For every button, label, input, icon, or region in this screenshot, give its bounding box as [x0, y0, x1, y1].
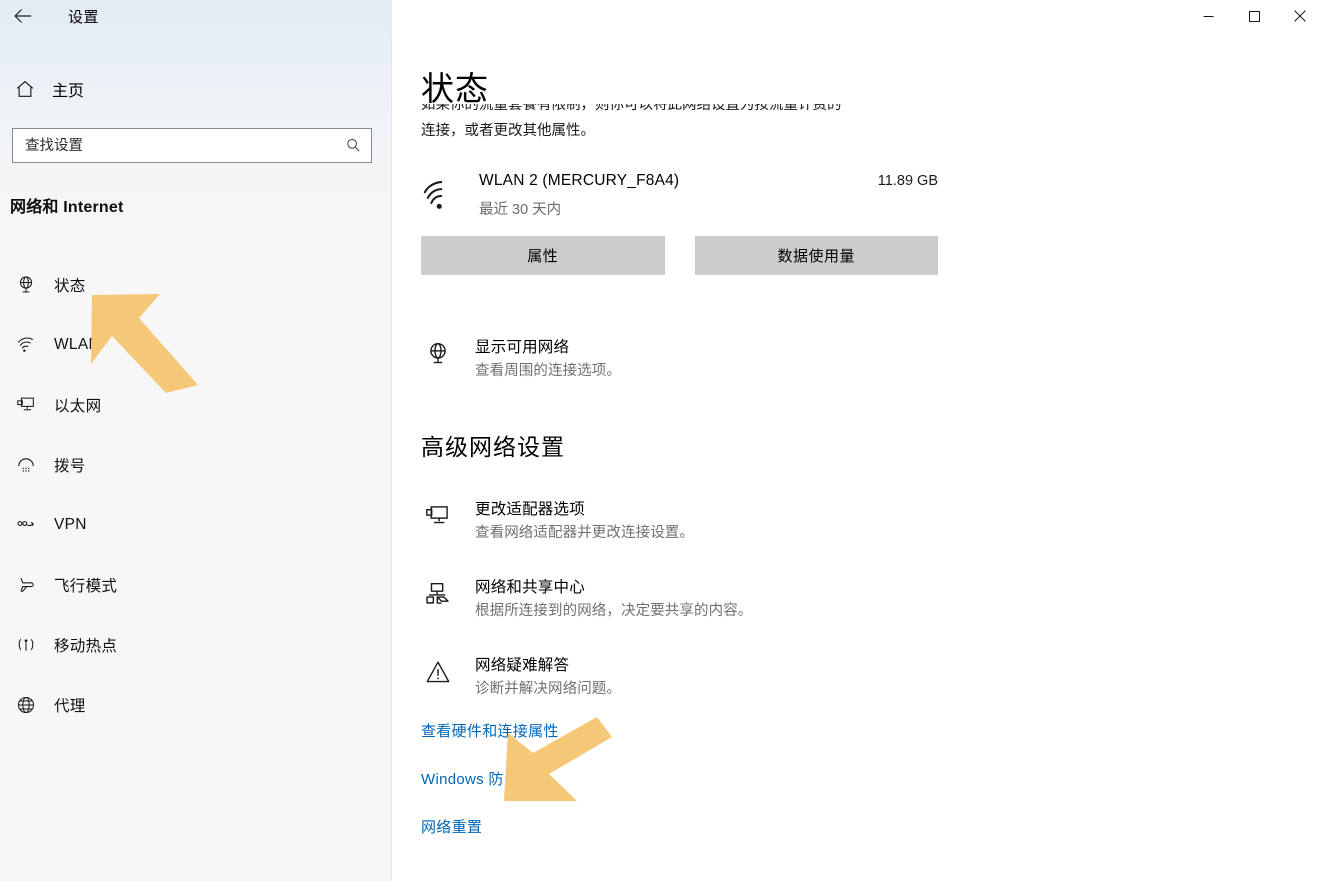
sidebar: 主页 网络和 Internet — [0, 0, 392, 881]
sidebar-item-label: 飞行模式 — [54, 578, 118, 595]
network-period: 最近 30 天内 — [479, 202, 562, 218]
sidebar-item-label: 以太网 — [54, 398, 102, 415]
network-usage-value: 11.89 GB — [877, 173, 938, 189]
tile-title: 网络和共享中心 — [475, 579, 585, 596]
wifi-icon — [8, 334, 44, 356]
maximize-icon — [1248, 10, 1260, 22]
minimize-icon — [1203, 15, 1213, 17]
sidebar-nav-list: 状态 WLAN 以太网 拨号 VPN 飞行模式 移动热点 代理 — [0, 255, 391, 735]
tile-subtitle: 诊断并解决网络问题。 — [475, 681, 621, 697]
home-icon — [2, 78, 48, 100]
current-network-row: WLAN 2 (MERCURY_F8A4) 最近 30 天内 11.89 GB — [421, 170, 938, 222]
ethernet-icon — [8, 394, 44, 416]
sidebar-item-ethernet[interactable]: 以太网 — [0, 375, 391, 435]
network-name: WLAN 2 (MERCURY_F8A4) — [479, 172, 680, 189]
tile-subtitle: 根据所连接到的网络，决定要共享的内容。 — [475, 603, 753, 619]
monitor-adapter-icon — [421, 499, 455, 533]
vpn-icon — [8, 514, 44, 536]
app-title: 设置 — [68, 9, 99, 26]
sidebar-item-label: 代理 — [54, 698, 86, 715]
tile-title: 更改适配器选项 — [475, 501, 585, 518]
search-input[interactable] — [13, 129, 335, 162]
sidebar-item-mobile-hotspot[interactable]: 移动热点 — [0, 615, 391, 675]
airplane-icon — [8, 574, 44, 596]
title-bar: 设置 — [0, 0, 1323, 32]
sidebar-item-wlan[interactable]: WLAN — [0, 315, 391, 375]
settings-window: 主页 网络和 Internet — [0, 0, 1323, 881]
share-center-icon — [421, 577, 455, 611]
back-button[interactable] — [0, 0, 46, 32]
window-caption-buttons — [1185, 0, 1323, 32]
link-network-reset[interactable]: 网络重置 — [421, 816, 482, 837]
tile-subtitle: 查看周围的连接选项。 — [475, 363, 621, 379]
globe-network-icon — [421, 337, 455, 371]
sidebar-item-label: 状态 — [54, 278, 86, 295]
minimize-button[interactable] — [1185, 0, 1231, 32]
wifi-signal-icon — [421, 178, 459, 214]
data-usage-button[interactable]: 数据使用量 — [694, 236, 938, 275]
sidebar-item-proxy[interactable]: 代理 — [0, 675, 391, 735]
tile-title: 网络疑难解答 — [475, 657, 570, 674]
tile-title: 显示可用网络 — [475, 339, 570, 356]
page-title: 状态 — [421, 70, 489, 107]
sidebar-item-airplane-mode[interactable]: 飞行模式 — [0, 555, 391, 615]
warning-triangle-icon — [421, 655, 455, 689]
network-action-buttons: 属性 数据使用量 — [421, 236, 938, 275]
close-icon — [1294, 10, 1306, 22]
page-description: 如果你的流量套餐有限制，则你可以将此网络设置为按流量计费的 连接，或者更改其他属… — [421, 104, 961, 144]
properties-button[interactable]: 属性 — [421, 236, 665, 275]
link-hardware-connection-properties[interactable]: 查看硬件和连接属性 — [421, 720, 559, 741]
back-arrow-icon — [14, 9, 32, 23]
globe-status-icon — [8, 274, 44, 296]
sidebar-home-label: 主页 — [52, 83, 85, 100]
sidebar-item-dialup[interactable]: 拨号 — [0, 435, 391, 495]
sidebar-item-status[interactable]: 状态 — [0, 255, 391, 315]
maximize-button[interactable] — [1231, 0, 1277, 32]
description-line2-text: 连接，或者更改其他属性。 — [421, 123, 595, 139]
sidebar-item-label: 移动热点 — [54, 638, 118, 655]
search-box[interactable] — [12, 128, 372, 163]
sidebar-group-title: 网络和 Internet — [10, 199, 124, 216]
sidebar-item-label: WLAN — [54, 336, 100, 353]
sidebar-item-home[interactable]: 主页 — [0, 70, 391, 108]
sidebar-item-label: VPN — [54, 516, 87, 533]
advanced-network-settings-heading: 高级网络设置 — [421, 434, 565, 460]
dialup-icon — [8, 454, 44, 476]
proxy-globe-icon — [8, 694, 44, 716]
main-content: 状态 如果你的流量套餐有限制，则你可以将此网络设置为按流量计费的 连接，或者更改… — [393, 0, 1323, 881]
close-button[interactable] — [1277, 0, 1323, 32]
link-windows-firewall[interactable]: Windows 防火墙 — [421, 768, 534, 789]
search-icon[interactable] — [335, 129, 371, 162]
description-line1-text: 如果你的流量套餐有限制，则你可以将此网络设置为按流量计费的 — [421, 104, 842, 113]
tile-subtitle: 查看网络适配器并更改连接设置。 — [475, 525, 694, 541]
hotspot-icon — [8, 634, 44, 656]
sidebar-item-label: 拨号 — [54, 458, 86, 475]
sidebar-item-vpn[interactable]: VPN — [0, 495, 391, 555]
description-line-clipped: 如果你的流量套餐有限制，则你可以将此网络设置为按流量计费的 — [421, 104, 961, 118]
